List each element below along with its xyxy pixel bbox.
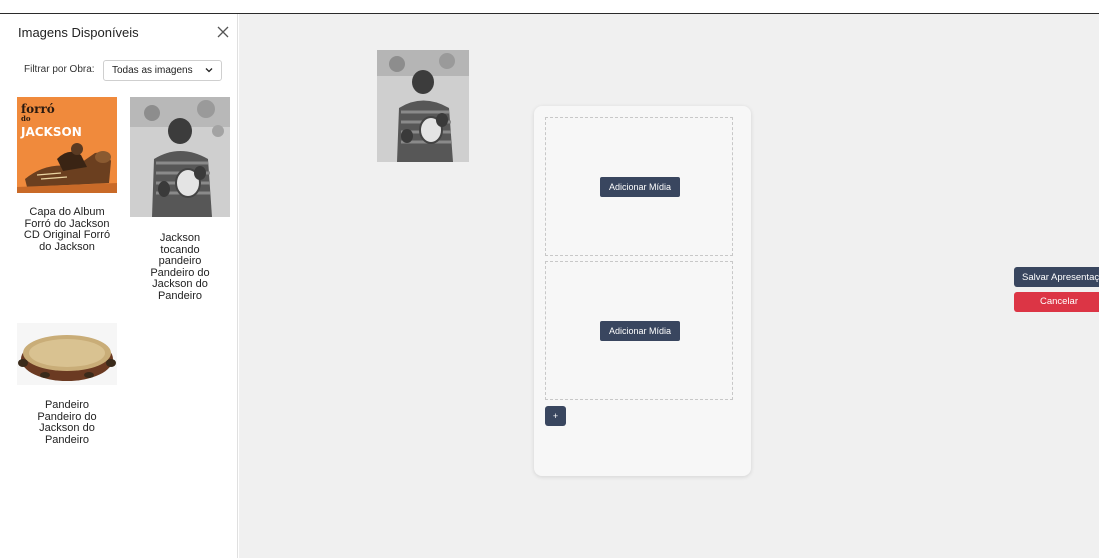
filter-by-work-select[interactable]: Todas as imagens: [103, 60, 222, 81]
album-cover-thumbnail: forró do JACKSON: [17, 97, 117, 193]
close-icon[interactable]: [216, 25, 230, 39]
add-slot-button[interactable]: +: [545, 406, 566, 426]
image-card-caption: Capa do Album Forró do Jackson CD Origin…: [23, 206, 111, 253]
filter-label: Filtrar por Obra:: [24, 64, 95, 75]
placed-jackson-photo[interactable]: [377, 50, 469, 162]
filter-selected-value: Todas as imagens: [112, 65, 193, 76]
cancel-button[interactable]: Cancelar: [1014, 292, 1099, 312]
media-slot[interactable]: Adicionar Mídia: [545, 117, 733, 256]
album-cover-text-do: do: [21, 114, 31, 123]
presentation-canvas: Adicionar Mídia Adicionar Mídia + Salvar…: [239, 14, 1099, 558]
save-presentation-button[interactable]: Salvar Apresentação: [1014, 267, 1099, 287]
chevron-down-icon: [205, 68, 213, 73]
slide-editor-panel: Adicionar Mídia Adicionar Mídia +: [534, 106, 751, 476]
sidebar-title: Imagens Disponíveis: [18, 25, 139, 40]
jackson-photo-thumbnail: [130, 97, 230, 217]
image-card-pandeiro[interactable]: Pandeiro Pandeiro do Jackson do Pandeiro: [17, 323, 117, 446]
add-media-button[interactable]: Adicionar Mídia: [600, 321, 680, 341]
album-cover-text-jackson: JACKSON: [20, 125, 82, 139]
image-card-caption: Pandeiro Pandeiro do Jackson do Pandeiro: [37, 399, 97, 446]
available-images-sidebar: Imagens Disponíveis Filtrar por Obra: To…: [0, 14, 238, 558]
pandeiro-thumbnail: [17, 323, 117, 385]
image-card-caption: Jackson tocando pandeiro Pandeiro do Jac…: [150, 232, 210, 302]
image-card-album-cover[interactable]: forró do JACKSON Capa do Album Forró do …: [17, 97, 117, 253]
add-media-button[interactable]: Adicionar Mídia: [600, 177, 680, 197]
media-slot[interactable]: Adicionar Mídia: [545, 261, 733, 400]
image-card-jackson-photo[interactable]: Jackson tocando pandeiro Pandeiro do Jac…: [130, 97, 230, 302]
